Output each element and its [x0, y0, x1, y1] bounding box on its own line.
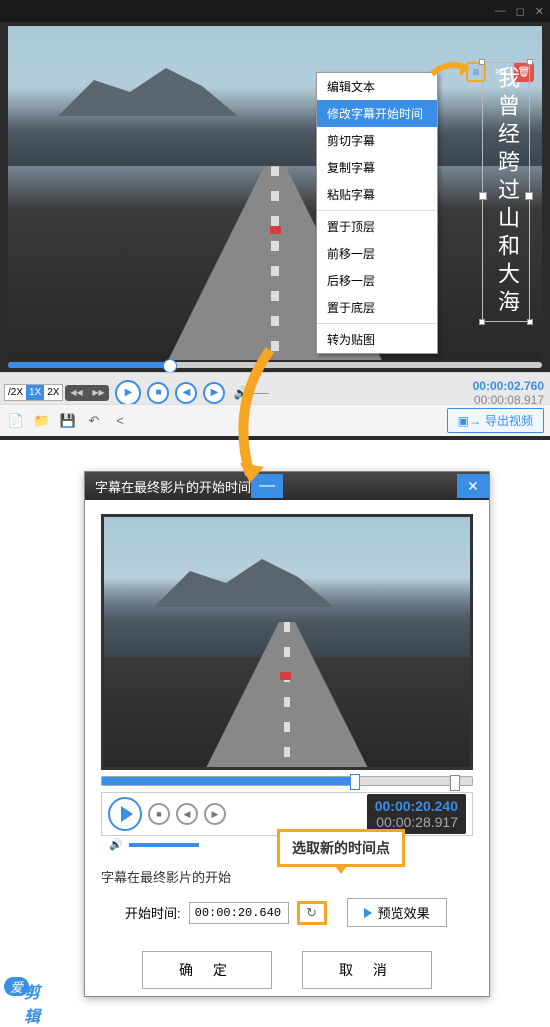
speed-2x[interactable]: 2X: [44, 385, 62, 400]
ctx-edit-text[interactable]: 编辑文本: [317, 73, 437, 100]
dialog-time-display: 00:00:20.240 00:00:28.917: [367, 794, 466, 834]
dialog-total-time: 00:00:28.917: [375, 814, 458, 830]
pick-time-button[interactable]: ↻: [297, 901, 327, 925]
stop-button[interactable]: ■: [147, 382, 169, 404]
volume-slider[interactable]: [129, 843, 199, 847]
volume-icon[interactable]: 🔊: [109, 838, 123, 851]
ctx-convert-sticker[interactable]: 转为贴图: [317, 326, 437, 353]
preview-button[interactable]: 预览效果: [347, 898, 447, 927]
dialog-titlebar: 字幕在最终影片的开始时间 — ✕: [85, 472, 489, 500]
ctx-modify-start-time[interactable]: 修改字幕开始时间: [317, 100, 437, 127]
dialog-label-row: 字幕在最终影片的开始 选取新的时间点: [101, 867, 473, 886]
ctx-paste-subtitle[interactable]: 粘贴字幕: [317, 181, 437, 208]
start-time-dialog: 字幕在最终影片的开始时间 — ✕ ■ ◀ ▶ 00:00:20.240 00:0…: [84, 471, 490, 997]
dialog-play-button[interactable]: [108, 797, 142, 831]
close-icon[interactable]: ✕: [535, 5, 544, 18]
ctx-cut-subtitle[interactable]: 剪切字幕: [317, 127, 437, 154]
seekbar-thumb[interactable]: [350, 774, 360, 790]
export-icon: ▣→: [458, 414, 481, 428]
dialog-next-frame[interactable]: ▶: [204, 803, 226, 825]
annotation-arrow: [220, 345, 280, 485]
share-icon[interactable]: <: [110, 411, 130, 431]
maximize-icon[interactable]: ◻: [516, 5, 525, 18]
dialog-close-button[interactable]: ✕: [457, 474, 489, 498]
dialog-seekbar[interactable]: [101, 776, 473, 786]
dialog-current-time: 00:00:20.240: [375, 798, 458, 814]
time-display: 00:00:02.760 00:00:08.917: [473, 379, 544, 407]
subtitle-text[interactable]: 我曾经跨过山和大海: [483, 63, 531, 321]
annotation-arrow-top: [430, 58, 470, 78]
dialog-buttons: 确 定 取 消: [101, 951, 473, 989]
export-video-button[interactable]: ▣→ 导出视频: [447, 408, 544, 433]
play-button[interactable]: ▶: [115, 380, 141, 406]
subtitle-text-box[interactable]: 我曾经跨过山和大海: [482, 62, 530, 322]
logo-text: 剪辑: [24, 979, 52, 1027]
frame-nav[interactable]: ◀◀▶▶: [65, 385, 109, 401]
ctx-move-backward[interactable]: 后移一层: [317, 267, 437, 294]
minimize-icon[interactable]: —: [495, 5, 506, 17]
speed-selector[interactable]: /2X 1X 2X: [4, 384, 63, 401]
window-titlebar: — ◻ ✕: [0, 0, 550, 22]
speed-half[interactable]: /2X: [5, 385, 26, 400]
undo-icon[interactable]: ↶: [84, 411, 104, 431]
save-icon[interactable]: 💾: [58, 411, 78, 431]
dialog-start-label-prefix: 字幕在最终影片的开始: [101, 870, 231, 885]
open-icon[interactable]: 📁: [32, 411, 52, 431]
current-time: 00:00:02.760: [473, 379, 544, 393]
context-menu: 编辑文本 修改字幕开始时间 剪切字幕 复制字幕 粘贴字幕 置于顶层 前移一层 后…: [316, 72, 438, 354]
new-icon[interactable]: 📄: [6, 411, 26, 431]
dialog-video-preview[interactable]: [101, 514, 473, 770]
app-logo: 爱 剪辑: [4, 977, 52, 1005]
video-car: [270, 226, 281, 234]
prev-frame-button[interactable]: ◀: [175, 382, 197, 404]
video-scene: [8, 86, 542, 166]
dialog-prev-frame[interactable]: ◀: [176, 803, 198, 825]
ctx-copy-subtitle[interactable]: 复制字幕: [317, 154, 437, 181]
ok-button[interactable]: 确 定: [142, 951, 272, 989]
cancel-button[interactable]: 取 消: [302, 951, 432, 989]
dialog-stop-button[interactable]: ■: [148, 803, 170, 825]
start-time-input[interactable]: [189, 902, 289, 924]
ctx-bring-front[interactable]: 置于顶层: [317, 213, 437, 240]
ctx-move-forward[interactable]: 前移一层: [317, 240, 437, 267]
callout-pick-time: 选取新的时间点: [277, 829, 405, 867]
ctx-send-back[interactable]: 置于底层: [317, 294, 437, 321]
speed-1x[interactable]: 1X: [26, 385, 44, 400]
dialog-input-row: 开始时间: ↻ 预览效果: [101, 898, 473, 927]
start-time-label: 开始时间:: [125, 903, 181, 922]
